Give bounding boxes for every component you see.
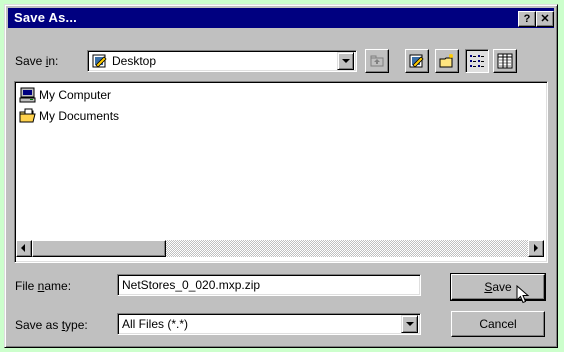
list-item-label: My Computer: [39, 88, 112, 102]
cancel-button[interactable]: Cancel: [451, 311, 545, 337]
close-icon: ✕: [540, 13, 550, 25]
my-computer-icon: [19, 87, 36, 103]
list-view-button[interactable]: [465, 49, 489, 73]
arrow-right-icon: [534, 244, 538, 252]
save-as-type-dropdown[interactable]: All Files (*.*): [117, 313, 421, 335]
go-to-desktop-button[interactable]: [405, 49, 429, 73]
horizontal-scrollbar[interactable]: [16, 240, 544, 257]
details-view-button[interactable]: [493, 49, 517, 73]
file-name-input[interactable]: NetStores_0_020.mxp.zip: [117, 274, 421, 296]
list-item-label: My Documents: [39, 109, 120, 123]
scroll-thumb[interactable]: [32, 240, 166, 257]
help-button[interactable]: ?: [518, 11, 536, 27]
file-name-value: NetStores_0_020.mxp.zip: [122, 278, 261, 292]
create-new-folder-icon: [439, 54, 453, 68]
scroll-left-button[interactable]: [16, 240, 32, 257]
title-bar[interactable]: Save As... ? ✕: [8, 8, 554, 28]
save-button[interactable]: Save: [450, 273, 546, 304]
window-title: Save As...: [14, 10, 77, 25]
desktop-icon: [409, 54, 424, 68]
chevron-down-icon: [406, 322, 414, 326]
save-in-label: Save in:: [15, 54, 59, 68]
list-view-icon: [470, 55, 484, 67]
folder-icon: [19, 108, 36, 123]
help-icon: ?: [523, 13, 531, 25]
desktop-icon: [92, 53, 108, 69]
create-new-folder-button[interactable]: [435, 49, 459, 73]
file-list[interactable]: My Computer My Documents: [14, 81, 548, 263]
scroll-right-button[interactable]: [528, 240, 544, 257]
file-name-label: File name:: [15, 279, 72, 293]
mouse-cursor-icon: [516, 285, 530, 304]
up-one-level-icon: [370, 55, 384, 67]
close-button[interactable]: ✕: [536, 11, 554, 27]
up-one-level-button[interactable]: [365, 49, 389, 73]
details-view-icon: [497, 53, 513, 69]
save-as-type-value: All Files (*.*): [122, 317, 189, 331]
save-in-value: Desktop: [112, 54, 157, 68]
arrow-left-icon: [21, 244, 25, 252]
save-as-type-dropdown-button[interactable]: [401, 315, 418, 333]
save-in-dropdown[interactable]: Desktop: [87, 50, 357, 72]
chevron-down-icon: [342, 59, 350, 63]
save-in-dropdown-button[interactable]: [337, 52, 354, 70]
save-as-type-label: Save as type:: [15, 318, 88, 332]
save-as-dialog: Save As... ? ✕ Save in: Desktop My Compu…: [4, 4, 558, 348]
